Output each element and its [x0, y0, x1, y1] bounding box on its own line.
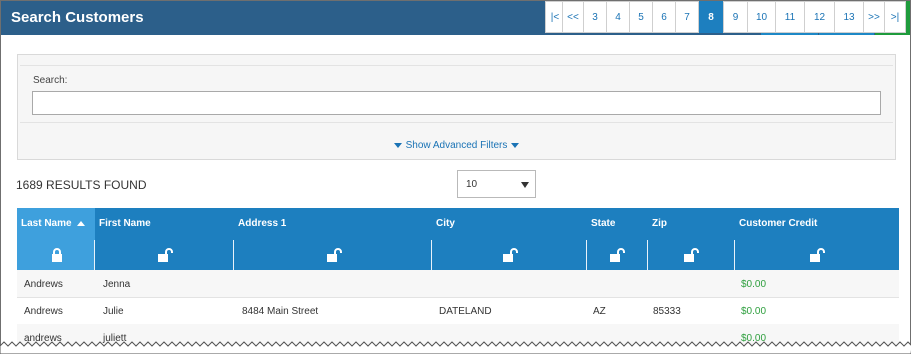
page-button-12[interactable]: 12	[804, 1, 835, 33]
cell-customer-credit: $0.00	[741, 306, 767, 317]
page-button-6[interactable]: 6	[652, 1, 676, 33]
cell-zip: 85333	[653, 306, 681, 317]
column-header-last-name[interactable]: Last Name	[17, 208, 95, 270]
results-count: 1689 RESULTS FOUND	[16, 178, 147, 192]
advanced-filters-toggle[interactable]: Show Advanced Filters	[18, 140, 895, 151]
sort-ascending-icon	[76, 220, 85, 226]
search-panel: Search: Show Advanced Filters	[17, 54, 896, 160]
table-row[interactable]: Andrews Julie 8484 Main Street DATELAND …	[17, 297, 899, 325]
column-label: First Name	[99, 218, 151, 229]
column-label: City	[436, 218, 455, 229]
page-button-11[interactable]: 11	[775, 1, 805, 33]
column-label: Last Name	[21, 218, 72, 229]
unlock-icon[interactable]	[609, 248, 625, 262]
window-title: Search Customers	[11, 9, 144, 26]
column-header-city[interactable]: City	[432, 208, 587, 270]
cell-city: DATELAND	[439, 306, 492, 317]
advanced-filters-label: Show Advanced Filters	[405, 140, 508, 151]
unlock-icon[interactable]	[683, 248, 699, 262]
caret-down-icon	[393, 142, 402, 148]
cell-customer-credit: $0.00	[741, 279, 767, 290]
column-header-customer-credit[interactable]: Customer Credit	[735, 208, 899, 270]
column-label: Zip	[652, 218, 667, 229]
cell-state: AZ	[593, 306, 606, 317]
page-button-5[interactable]: 5	[629, 1, 653, 33]
unlock-icon[interactable]	[326, 248, 342, 262]
table-header: Last Name First Name Address 1 City Stat…	[17, 208, 899, 270]
page-button-4[interactable]: 4	[606, 1, 630, 33]
last-page-button[interactable]: >|	[884, 1, 906, 33]
caret-down-icon	[511, 142, 520, 148]
page-size-value: 10	[466, 179, 478, 190]
column-header-address-1[interactable]: Address 1	[234, 208, 432, 270]
column-label: Address 1	[238, 218, 287, 229]
page-size-select[interactable]: 10	[457, 170, 536, 198]
cell-first-name: Jenna	[103, 279, 131, 290]
page-button-9[interactable]: 9	[723, 1, 748, 33]
next-page-button[interactable]: >>	[863, 1, 885, 33]
cell-address-1: 8484 Main Street	[242, 306, 319, 317]
column-header-state[interactable]: State	[587, 208, 648, 270]
table-row[interactable]: Andrews Jenna $0.00	[17, 270, 899, 298]
page-button-7[interactable]: 7	[675, 1, 699, 33]
customer-search-window: Search Customers Search: Show Advanced F…	[0, 0, 911, 353]
lock-icon[interactable]	[51, 248, 63, 262]
page-button-10[interactable]: 10	[747, 1, 776, 33]
page-button-8-current[interactable]: 8	[699, 1, 723, 33]
column-label: State	[591, 218, 616, 229]
chevron-down-icon	[521, 182, 529, 188]
search-input[interactable]	[32, 91, 881, 115]
search-label: Search:	[33, 75, 68, 86]
page-button-13[interactable]: 13	[834, 1, 864, 33]
column-label: Customer Credit	[739, 218, 818, 229]
column-header-zip[interactable]: Zip	[648, 208, 735, 270]
page-button-3[interactable]: 3	[583, 1, 607, 33]
unlock-icon[interactable]	[809, 248, 825, 262]
unlock-icon[interactable]	[502, 248, 518, 262]
column-header-first-name[interactable]: First Name	[95, 208, 234, 270]
cell-last-name: Andrews	[24, 279, 63, 290]
cell-last-name: Andrews	[24, 306, 63, 317]
torn-edge	[0, 341, 911, 354]
cell-first-name: Julie	[103, 306, 124, 317]
unlock-icon[interactable]	[157, 248, 173, 262]
prev-page-button[interactable]: <<	[562, 1, 584, 33]
